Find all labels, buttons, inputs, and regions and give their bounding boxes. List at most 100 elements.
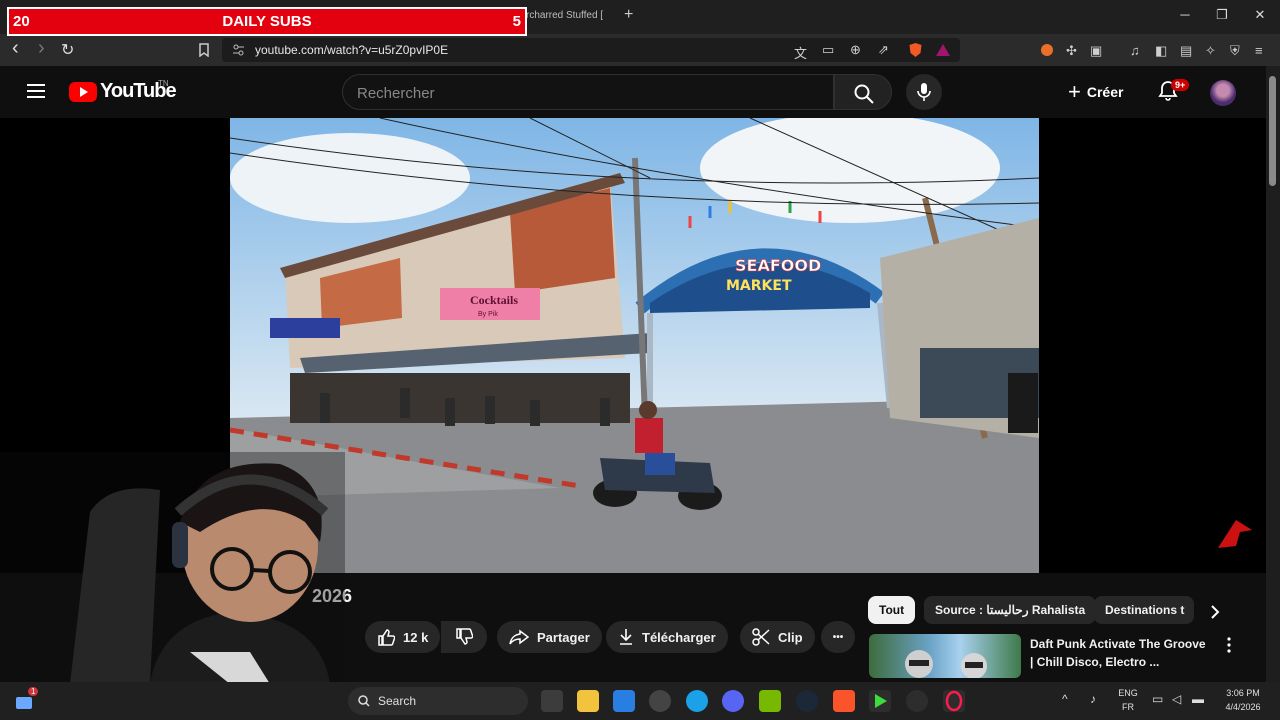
chip-all[interactable]: Tout xyxy=(868,596,916,624)
youtube-header: YouTube TN + Créer 9+ xyxy=(0,66,1266,118)
chip-destinations[interactable]: Destinations t xyxy=(1094,596,1194,624)
menu-icon[interactable]: ≡ xyxy=(1255,43,1263,58)
share-button[interactable]: Partager xyxy=(497,621,602,653)
voice-search-button[interactable] xyxy=(906,74,942,110)
overlay-title: DAILY SUBS xyxy=(222,13,312,30)
vpn-icon[interactable]: ⛨ xyxy=(1230,43,1240,59)
sidebar-icon[interactable]: ◧ xyxy=(1155,43,1167,59)
wallet-icon[interactable]: ▤ xyxy=(1180,43,1192,59)
recommendation-title[interactable]: Daft Punk Activate The Groove | Chill Di… xyxy=(1030,635,1212,671)
share-arrow-icon xyxy=(509,629,529,645)
close-window-button[interactable]: ✕ xyxy=(1250,7,1270,23)
country-code: TN xyxy=(158,79,169,88)
obs-icon[interactable] xyxy=(906,690,928,712)
clip-label: Clip xyxy=(778,629,803,645)
clock-time[interactable]: 3:06 PM xyxy=(1218,688,1268,698)
browser-tab[interactable]: rcharred Stuffed [ xyxy=(526,10,606,21)
zoom-icon[interactable]: ⊕ xyxy=(850,42,861,58)
extension-icon-orange[interactable] xyxy=(1040,43,1054,57)
tab-capture-icon[interactable]: ▣ xyxy=(1090,43,1102,59)
language-top[interactable]: ENG xyxy=(1118,688,1138,698)
steam-icon[interactable] xyxy=(796,690,818,712)
brave-icon[interactable] xyxy=(833,690,855,712)
notification-badge: 9+ xyxy=(1171,79,1190,91)
search-box[interactable] xyxy=(342,74,834,110)
task-view-icon[interactable] xyxy=(541,690,563,712)
discord-icon[interactable] xyxy=(722,690,744,712)
translate-icon[interactable]: 文 xyxy=(794,43,807,62)
create-button[interactable]: + Créer xyxy=(1068,80,1123,104)
battery-icon[interactable]: ▬ xyxy=(1192,692,1204,706)
url-text: youtube.com/watch?v=u5rZ0pvIP0E xyxy=(255,43,449,57)
cursor-arrow-icon xyxy=(1218,520,1252,548)
more-vert-icon[interactable] xyxy=(1226,637,1232,653)
taskbar-search-label: Search xyxy=(378,694,417,708)
thumbs-down-icon xyxy=(456,628,473,645)
webcam-overlay xyxy=(0,452,345,684)
widgets-icon[interactable]: 1 xyxy=(14,687,39,711)
page-scrollbar[interactable] xyxy=(1266,66,1280,682)
video-frame[interactable]: Cocktails By Pik SEAFOOD MARKET xyxy=(230,118,1039,573)
overlay-left-count: 20 xyxy=(13,13,30,30)
back-button[interactable]: ‹ xyxy=(12,37,19,60)
leo-ai-icon[interactable]: ✧ xyxy=(1205,43,1216,59)
thumbs-up-icon xyxy=(378,629,395,646)
account-avatar[interactable] xyxy=(1210,80,1236,106)
create-label: Créer xyxy=(1086,84,1124,100)
cocktails-sign-text: Cocktails xyxy=(470,293,518,307)
clock-date[interactable]: 4/4/2026 xyxy=(1218,702,1268,712)
search-button[interactable] xyxy=(834,74,892,110)
microphone-icon xyxy=(917,83,931,101)
scissors-icon xyxy=(752,628,770,646)
dislike-button[interactable] xyxy=(441,621,487,653)
search-icon xyxy=(854,84,874,104)
cast-icon[interactable]: ▭ xyxy=(822,42,834,58)
chevron-right-icon[interactable] xyxy=(1209,604,1221,620)
tray-mic-icon[interactable]: ♪ xyxy=(1090,692,1096,706)
brave-rewards-icon[interactable] xyxy=(935,43,951,57)
clip-button[interactable]: Clip xyxy=(740,621,815,653)
microsoft-store-icon[interactable] xyxy=(613,690,635,712)
daily-subs-overlay: 20 DAILY SUBS 5 xyxy=(7,7,527,36)
reload-button[interactable]: ↻ xyxy=(61,40,74,60)
download-button[interactable]: Télécharger xyxy=(606,621,728,653)
thumbnail-art xyxy=(905,650,987,678)
more-actions-button[interactable]: ••• xyxy=(821,621,855,653)
extensions-puzzle-icon[interactable]: ✣ xyxy=(1066,43,1077,59)
scrollbar-thumb[interactable] xyxy=(1269,76,1276,186)
app-hex-icon[interactable] xyxy=(649,690,671,712)
minimize-button[interactable]: ─ xyxy=(1175,7,1195,22)
forward-button[interactable]: › xyxy=(38,37,45,60)
plus-icon: + xyxy=(1068,79,1081,104)
site-settings-icon[interactable] xyxy=(232,44,245,56)
volume-icon[interactable]: ◁ xyxy=(1172,692,1181,706)
recommendation-title-line1: Daft Punk Activate The Groove xyxy=(1030,637,1206,651)
taskbar-search[interactable]: Search xyxy=(348,687,528,715)
play-app-icon[interactable] xyxy=(869,690,891,712)
new-tab-button[interactable]: + xyxy=(624,6,633,24)
language-bottom[interactable]: FR xyxy=(1118,702,1138,712)
like-button[interactable]: 12 k xyxy=(365,621,441,653)
overlay-right-count: 5 xyxy=(512,13,521,30)
chip-source[interactable]: Source : رحاليستا Rahalista xyxy=(924,596,1097,624)
network-icon[interactable]: ▭ xyxy=(1152,692,1163,706)
search-input[interactable] xyxy=(357,84,817,102)
search-icon xyxy=(358,695,370,707)
share-label: Partager xyxy=(537,629,590,645)
brave-shield-icon[interactable] xyxy=(908,42,923,58)
download-icon xyxy=(620,629,632,645)
bookmark-icon[interactable] xyxy=(198,43,210,57)
edge-icon[interactable] xyxy=(686,690,708,712)
maximize-button[interactable]: ❐ xyxy=(1212,7,1232,23)
cocktails-sign-subtext: By Pik xyxy=(478,311,498,318)
address-bar[interactable]: youtube.com/watch?v=u5rZ0pvIP0E 文 ▭ ⊕ ⇗ xyxy=(222,38,960,62)
nvidia-icon[interactable] xyxy=(759,690,781,712)
share-icon[interactable]: ⇗ xyxy=(878,42,889,58)
opera-gx-icon[interactable] xyxy=(943,690,965,712)
recommendation-thumbnail[interactable] xyxy=(869,634,1021,678)
file-explorer-icon[interactable] xyxy=(577,690,599,712)
hamburger-menu-icon[interactable] xyxy=(27,84,45,98)
music-icon[interactable]: ♫ xyxy=(1130,43,1140,58)
download-label: Télécharger xyxy=(642,629,716,645)
tray-chevron-icon[interactable]: ^ xyxy=(1062,692,1068,706)
